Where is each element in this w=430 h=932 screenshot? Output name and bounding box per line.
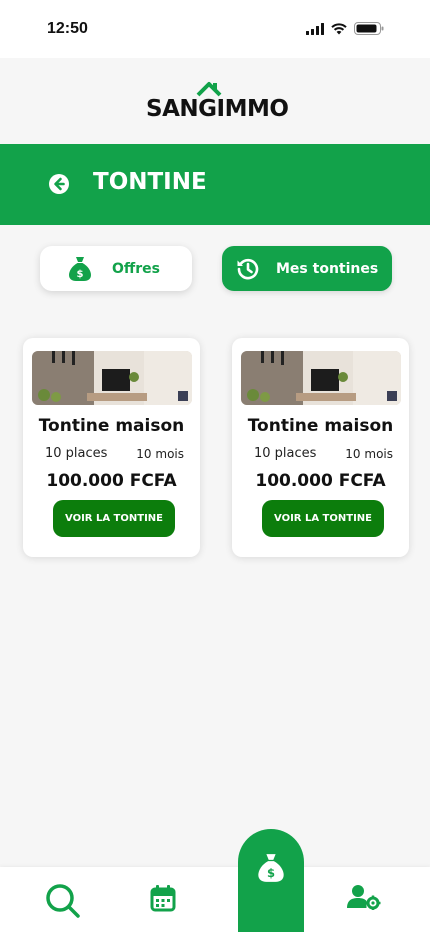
card-duration: 10 mois	[136, 447, 184, 461]
brand-name-part3: IMMO	[216, 96, 289, 122]
card-duration: 10 mois	[345, 447, 393, 461]
money-bag-icon: $	[258, 854, 284, 882]
card-price: 100.000 FCFA	[255, 471, 386, 491]
battery-icon	[354, 22, 384, 35]
app-header: SAN G IMMO	[0, 58, 430, 144]
brand-name-part2: G	[198, 96, 217, 122]
calendar-icon[interactable]	[150, 884, 176, 912]
card-title: Tontine maison	[247, 416, 394, 436]
brand-name-part2-wrap: G	[196, 82, 222, 122]
card-places: 10 places	[254, 446, 317, 461]
tontine-card: Tontine maison 10 places 10 mois 100.000…	[23, 338, 200, 557]
back-arrow-icon[interactable]	[48, 173, 70, 195]
status-bar: 12:50	[0, 0, 430, 58]
money-bag-icon: $	[69, 256, 91, 281]
svg-text:$: $	[267, 866, 275, 880]
history-icon	[237, 258, 259, 279]
user-settings-icon[interactable]	[347, 884, 381, 910]
brand-logo: SAN G IMMO	[146, 82, 289, 122]
page-title: TONTINE	[93, 169, 207, 195]
tab-offres[interactable]: $ Offres	[40, 246, 192, 291]
search-icon[interactable]	[45, 883, 81, 919]
signal-icon	[306, 22, 324, 35]
brand-name-part1: SAN	[146, 96, 199, 122]
card-image	[241, 351, 401, 405]
status-time: 12:50	[47, 20, 88, 37]
tab-mes-tontines-label: Mes tontines	[276, 260, 379, 277]
card-title: Tontine maison	[38, 416, 185, 436]
tab-mes-tontines[interactable]: Mes tontines	[222, 246, 392, 291]
card-price: 100.000 FCFA	[46, 471, 177, 491]
title-bar: TONTINE	[0, 144, 430, 225]
tontine-card: Tontine maison 10 places 10 mois 100.000…	[232, 338, 409, 557]
view-tontine-button[interactable]: VOIR LA TONTINE	[53, 500, 175, 537]
svg-text:$: $	[77, 269, 84, 280]
tab-offres-label: Offres	[112, 260, 160, 277]
status-icons	[306, 22, 384, 35]
bottom-nav	[0, 867, 430, 932]
nav-tontine-button[interactable]: $	[238, 829, 304, 932]
card-image	[32, 351, 192, 405]
view-tontine-button[interactable]: VOIR LA TONTINE	[262, 500, 384, 537]
house-roof-icon	[196, 82, 222, 97]
wifi-icon	[331, 22, 347, 34]
card-places: 10 places	[45, 446, 108, 461]
